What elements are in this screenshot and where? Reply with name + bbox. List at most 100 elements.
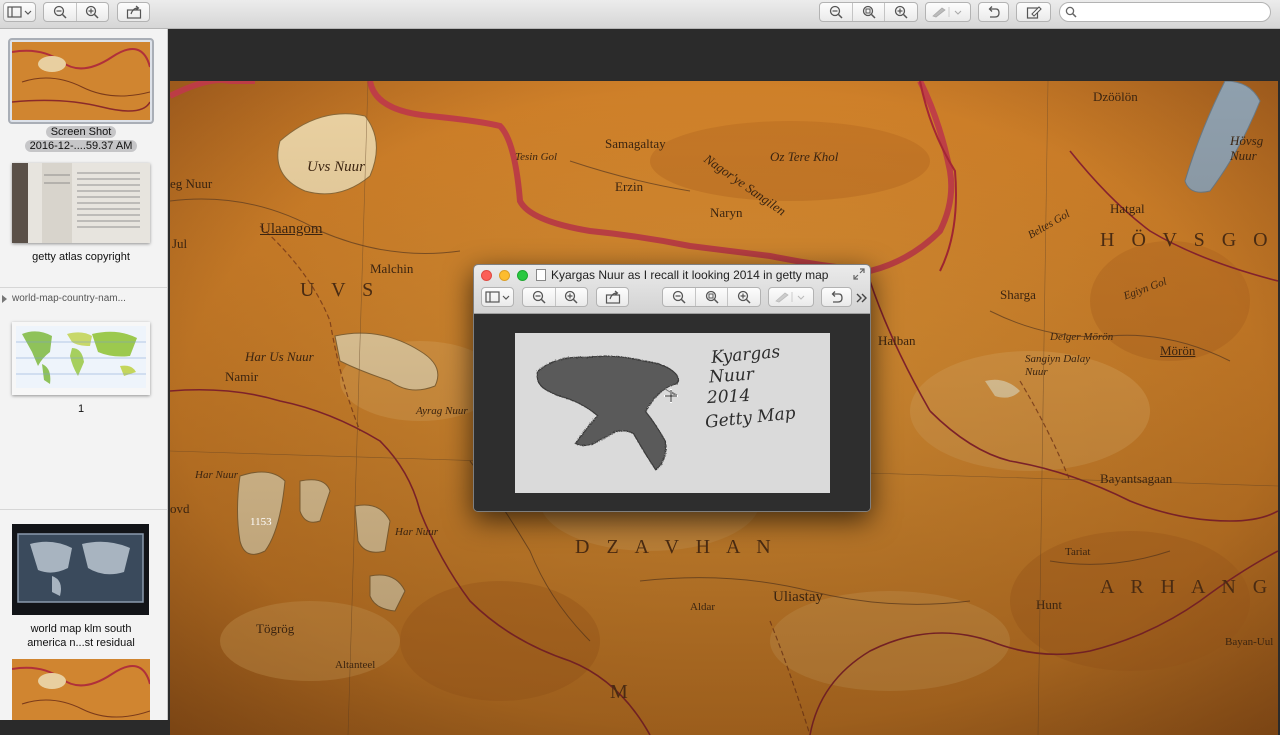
- zoom-in-button-right[interactable]: [885, 3, 917, 21]
- zoom-in-icon: [895, 5, 908, 19]
- map-label: Uvs Nuur: [307, 159, 365, 175]
- window-zoom-group-right: [662, 287, 761, 307]
- map-label: D Z A V H A N: [575, 536, 777, 558]
- map-label: Ulaangom: [260, 221, 323, 237]
- window-zoom-out-button[interactable]: [523, 288, 556, 306]
- share-icon: [126, 5, 141, 19]
- klm-map-thumbnail-image: [12, 524, 149, 615]
- map-label: Hatgal: [1110, 201, 1145, 216]
- window-zoom-out-button-2[interactable]: [663, 288, 696, 306]
- window-content[interactable]: Kyargas Nuur 2014 Getty Map: [474, 314, 870, 511]
- map-label: A R H A N G: [1100, 576, 1274, 598]
- thumbnail-sidebar: Screen Shot 2016-12-....59.37 AM getty a…: [0, 29, 168, 720]
- map-label: Sharga: [1000, 287, 1036, 302]
- toolbar-overflow-icon[interactable]: [856, 292, 868, 304]
- zoom-in-icon: [565, 290, 578, 304]
- cursor-crosshair-icon: [664, 389, 678, 403]
- section-divider: [0, 287, 167, 288]
- map-thumbnail-image: [12, 42, 150, 120]
- markup-pen-button[interactable]: [925, 2, 971, 22]
- map-label: Sangiyn Dalay Nuur: [1025, 353, 1091, 378]
- map-label: Ayrag Nuur: [416, 405, 468, 417]
- window-zoom-in-button[interactable]: [556, 288, 588, 306]
- map-label: Halban: [878, 333, 916, 348]
- thumbnail-getty-atlas[interactable]: [12, 163, 150, 243]
- share-button[interactable]: [117, 2, 150, 22]
- rotate-button[interactable]: [978, 2, 1009, 22]
- window-share-button[interactable]: [596, 287, 629, 307]
- zoom-in-button[interactable]: [77, 3, 109, 21]
- atlas-page-thumbnail-image: [12, 163, 150, 243]
- thumbnail-screen-shot[interactable]: [8, 38, 154, 124]
- window-zoom-in-button-2[interactable]: [728, 288, 760, 306]
- thumbnail-world-map[interactable]: [12, 322, 150, 395]
- section-divider: [0, 509, 167, 510]
- zoom-out-icon: [672, 290, 686, 304]
- map-label: ovd: [170, 501, 190, 516]
- drawing-text-line: Nuur: [708, 364, 755, 388]
- window-rotate-button[interactable]: [821, 287, 852, 307]
- zoom-out-icon: [53, 5, 67, 19]
- actual-size-button[interactable]: [853, 3, 886, 21]
- zoom-out-icon: [829, 5, 843, 19]
- share-icon: [605, 290, 620, 304]
- map-label: Tariat: [1065, 546, 1091, 558]
- zoom-in-icon: [86, 5, 99, 19]
- zoom-actual-icon: [862, 5, 876, 19]
- map-label: Har Nuur: [195, 469, 239, 481]
- main-toolbar: [0, 0, 1280, 29]
- search-input[interactable]: [1080, 4, 1269, 22]
- map-label: Hövsg Nuur: [1230, 133, 1264, 163]
- world-map-thumbnail-image: [12, 322, 150, 395]
- thumbnail-caption: 1: [77, 403, 85, 415]
- zoom-out-button-right[interactable]: [820, 3, 853, 21]
- zoom-group-right: [819, 2, 918, 22]
- drawing-text-line: 2014: [706, 385, 751, 409]
- annotate-icon: [1026, 6, 1042, 19]
- preview-window[interactable]: Kyargas Nuur as I recall it looking 2014…: [473, 264, 871, 512]
- thumbnail-caption: world map klm south america n...st resid…: [27, 623, 135, 649]
- map-label: Mörön: [1160, 343, 1196, 358]
- map-label: Altanteel: [335, 659, 376, 671]
- map-label: Uliastay: [773, 589, 823, 605]
- drawing-image: Kyargas Nuur 2014 Getty Map: [515, 333, 830, 493]
- map-label: Tesin Gol: [515, 151, 558, 163]
- markup-pen-icon: [932, 7, 962, 18]
- window-markup-button[interactable]: [768, 287, 814, 307]
- folder-disclosure[interactable]: world-map-country-nam...: [0, 292, 167, 308]
- window-titlebar[interactable]: Kyargas Nuur as I recall it looking 2014…: [474, 265, 870, 314]
- map-label: Bayantsagaan: [1100, 471, 1173, 486]
- close-window-button[interactable]: [481, 270, 492, 281]
- window-sidebar-button[interactable]: [481, 287, 514, 307]
- zoom-window-button[interactable]: [517, 270, 528, 281]
- map-label: Erzin: [615, 179, 644, 194]
- zoom-out-button[interactable]: [44, 3, 77, 21]
- zoom-actual-icon: [705, 290, 719, 304]
- map-label: Malchin: [370, 261, 414, 276]
- map-label: Dzöölön: [1093, 89, 1138, 104]
- thumbnail-caption: getty atlas copyright: [32, 251, 130, 263]
- map-label: eg Nuur: [170, 176, 213, 191]
- thumbnail-klm-map[interactable]: [12, 524, 149, 615]
- thumbnail-map-partial[interactable]: [11, 659, 151, 720]
- disclosure-triangle-icon: [2, 295, 7, 303]
- map-label: Jul: [172, 236, 188, 251]
- window-actual-size-button[interactable]: [696, 288, 729, 306]
- map-label: Namir: [225, 369, 259, 384]
- map-label: Aldar: [690, 601, 716, 613]
- map-label: Naryn: [710, 205, 743, 220]
- map-label: Oz Tere Khol: [770, 149, 839, 164]
- rotate-icon: [988, 6, 1000, 18]
- zoom-out-icon: [532, 290, 546, 304]
- window-zoom-group: [522, 287, 588, 307]
- map-label: Delger Mörön: [1050, 331, 1114, 343]
- map-label: Bayan-Uul: [1225, 636, 1274, 648]
- map-label: Har Nuur: [395, 526, 439, 538]
- search-field[interactable]: [1059, 2, 1271, 22]
- annotate-button[interactable]: [1016, 2, 1051, 22]
- sidebar-view-button[interactable]: [3, 2, 36, 22]
- fullscreen-icon[interactable]: [853, 268, 865, 280]
- map-label: U V S: [300, 279, 380, 301]
- sidebar-view-icon: [484, 291, 509, 303]
- minimize-window-button[interactable]: [499, 270, 510, 281]
